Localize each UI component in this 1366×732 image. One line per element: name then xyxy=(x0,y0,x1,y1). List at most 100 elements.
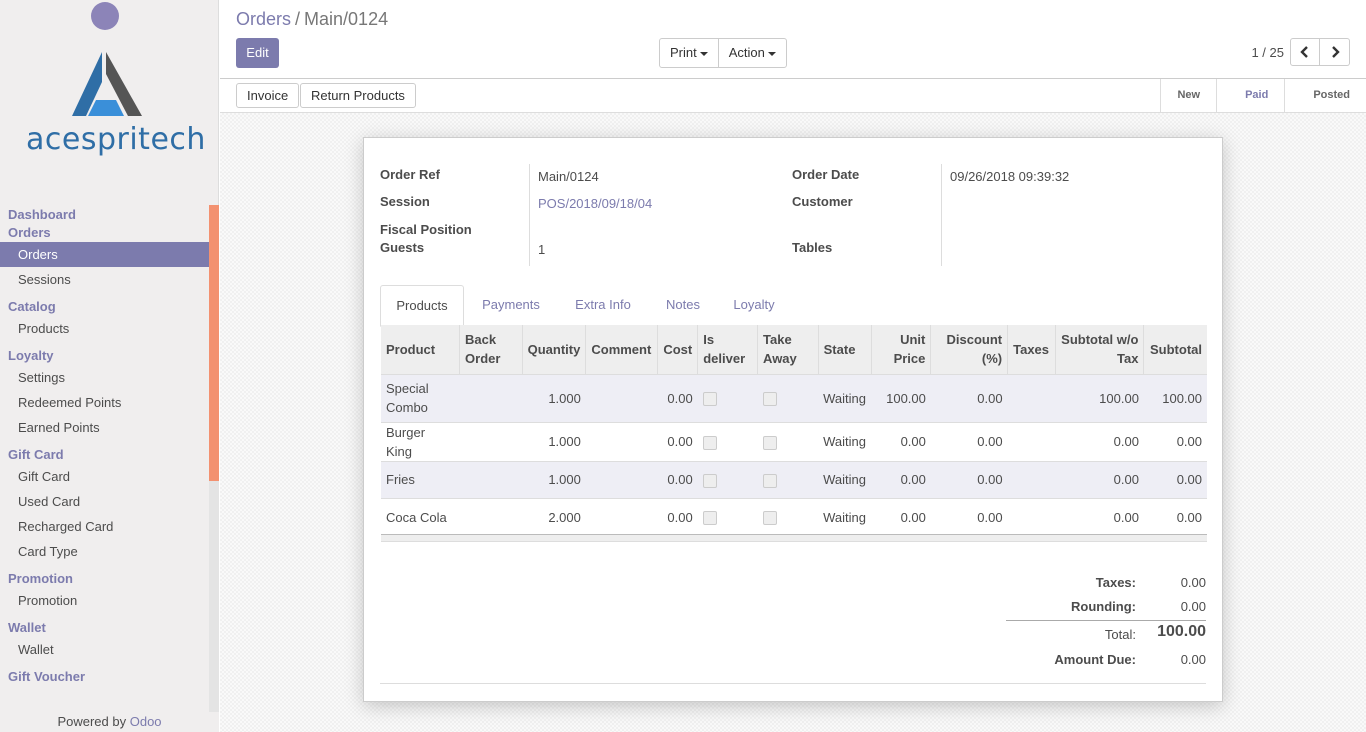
rounding-value: 0.00 xyxy=(1180,599,1206,614)
col-taxes[interactable]: Taxes xyxy=(1007,325,1056,374)
take-away-checkbox[interactable] xyxy=(762,435,777,450)
sidebar-item-redeemed-points[interactable]: Redeemed Points xyxy=(0,390,209,415)
powered-by-text: Powered by xyxy=(57,714,127,729)
order-lines-table: Product Back Order Quantity Comment Cost… xyxy=(381,325,1207,536)
cell-quantity: 1.000 xyxy=(522,373,586,422)
menu-section-wallet: Wallet xyxy=(8,620,46,635)
sidebar-item-settings[interactable]: Settings xyxy=(0,365,209,390)
action-dropdown[interactable]: Action xyxy=(717,39,786,67)
cell-cost: 0.00 xyxy=(657,373,698,422)
totals-divider xyxy=(1006,620,1206,621)
col-comment[interactable]: Comment xyxy=(585,325,658,374)
order-date-label: Order Date xyxy=(792,167,860,182)
is-deliver-checkbox[interactable] xyxy=(702,511,717,526)
guests-label: Guests xyxy=(380,240,425,255)
sidebar-item-sessions[interactable]: Sessions xyxy=(0,267,209,292)
sidebar-item-orders[interactable]: Orders xyxy=(0,242,209,267)
tables-label: Tables xyxy=(792,240,833,255)
breadcrumb-orders-link[interactable]: Orders xyxy=(236,9,291,29)
take-away-checkbox[interactable] xyxy=(762,392,777,407)
rounding-label: Rounding: xyxy=(1071,599,1136,614)
pager-next-button[interactable] xyxy=(1320,38,1350,66)
cell-subtotal: 0.00 xyxy=(1143,421,1207,461)
taxes-total-value: 0.00 xyxy=(1180,575,1206,590)
cell-taxes xyxy=(1007,373,1056,422)
pager-previous-button[interactable] xyxy=(1290,38,1320,66)
table-row[interactable]: Fries 1.000 0.00 Waiting 0.00 0.00 0.00 … xyxy=(381,460,1207,498)
cell-product: Coca Cola xyxy=(381,497,460,536)
print-dropdown[interactable]: Print xyxy=(660,39,718,67)
user-avatar[interactable] xyxy=(91,2,119,30)
sidebar-item-wallet[interactable]: Wallet xyxy=(0,637,209,662)
cell-subtotal-wo-tax: 0.00 xyxy=(1055,497,1144,536)
tab-payments[interactable]: Payments xyxy=(472,285,550,326)
control-panel: Orders / Main/0124 Edit Print Action 1 / 2… xyxy=(220,0,1366,79)
order-ref-label: Order Ref xyxy=(380,167,440,182)
action-label: Action xyxy=(728,45,765,60)
cell-state: Waiting xyxy=(818,460,872,498)
col-discount[interactable]: Discount (%) xyxy=(930,325,1008,374)
tab-products[interactable]: Products xyxy=(380,285,464,327)
tab-notes[interactable]: Notes xyxy=(656,285,710,326)
print-action-group: Print Action xyxy=(659,38,787,68)
tab-loyalty[interactable]: Loyalty xyxy=(724,285,784,326)
menu-section-promotion: Promotion xyxy=(8,571,73,586)
take-away-checkbox[interactable] xyxy=(762,473,777,488)
breadcrumb-current: Main/0124 xyxy=(304,9,389,29)
tab-extra-info[interactable]: Extra Info xyxy=(564,285,642,326)
col-state[interactable]: State xyxy=(817,325,872,374)
edit-button[interactable]: Edit xyxy=(236,38,279,68)
total-value: 100.00 xyxy=(1157,623,1206,640)
notebook-tabs: Products Payments Extra Info Notes Loyal… xyxy=(380,285,1206,327)
sidebar-item-card-type[interactable]: Card Type xyxy=(0,539,209,564)
sidebar-item-earned-points[interactable]: Earned Points xyxy=(0,415,209,440)
breadcrumb: Orders / Main/0124 xyxy=(236,9,388,30)
is-deliver-checkbox[interactable] xyxy=(702,473,717,488)
chevron-left-icon xyxy=(1300,46,1308,58)
powered-by: Powered by Odoo xyxy=(0,712,219,732)
sidebar-menu: Dashboard Orders Orders Sessions Catalog… xyxy=(0,206,209,686)
cell-is-deliver xyxy=(697,373,758,422)
odoo-link[interactable]: Odoo xyxy=(130,714,162,729)
cell-take-away xyxy=(757,373,819,422)
invoice-button[interactable]: Invoice xyxy=(236,83,300,108)
table-row[interactable]: Coca Cola 2.000 0.00 Waiting 0.00 0.00 0… xyxy=(381,497,1207,536)
session-link[interactable]: POS/2018/09/18/04 xyxy=(538,196,652,211)
cell-product: Burger King xyxy=(381,421,460,461)
cell-is-deliver xyxy=(697,497,758,536)
menu-section-dashboard[interactable]: Dashboard xyxy=(0,206,209,224)
take-away-checkbox[interactable] xyxy=(762,511,777,526)
col-is-deliver[interactable]: Is deliver xyxy=(697,325,758,374)
sidebar-item-products[interactable]: Products xyxy=(0,316,209,341)
col-subtotal-wo-tax[interactable]: Subtotal w/o Tax xyxy=(1055,325,1144,374)
table-row[interactable]: Burger King 1.000 0.00 Waiting 0.00 0.00… xyxy=(381,421,1207,461)
col-cost[interactable]: Cost xyxy=(657,325,698,374)
pager-value[interactable]: 1 / 25 xyxy=(1251,45,1284,60)
is-deliver-checkbox[interactable] xyxy=(702,392,717,407)
breadcrumb-separator: / xyxy=(295,9,301,29)
col-unit-price[interactable]: Unit Price xyxy=(870,325,931,374)
sidebar-scrollbar-thumb[interactable] xyxy=(209,205,219,481)
total-label: Total: xyxy=(1104,627,1136,642)
logo-mark-icon xyxy=(72,52,142,116)
is-deliver-checkbox[interactable] xyxy=(702,435,717,450)
sidebar-item-promotion[interactable]: Promotion xyxy=(0,588,209,613)
cell-state: Waiting xyxy=(818,497,872,536)
stage-new: New xyxy=(1160,79,1216,112)
col-take-away[interactable]: Take Away xyxy=(757,325,819,374)
amount-due-value: 0.00 xyxy=(1180,652,1206,667)
table-row[interactable]: Special Combo 1.000 0.00 Waiting 100.00 … xyxy=(381,373,1207,422)
caret-down-icon xyxy=(699,51,708,56)
col-subtotal[interactable]: Subtotal xyxy=(1143,325,1207,374)
col-quantity[interactable]: Quantity xyxy=(521,325,586,374)
guests-value: 1 xyxy=(538,242,546,257)
cell-take-away xyxy=(757,497,819,536)
sidebar-item-recharged-card[interactable]: Recharged Card xyxy=(0,514,209,539)
menu-section-gift-card: Gift Card xyxy=(8,447,64,462)
sidebar-item-gift-card[interactable]: Gift Card xyxy=(0,464,209,489)
cell-unit-price: 100.00 xyxy=(871,373,931,422)
sidebar-item-used-card[interactable]: Used Card xyxy=(0,489,209,514)
col-product[interactable]: Product xyxy=(381,325,460,374)
return-products-button[interactable]: Return Products xyxy=(300,83,416,108)
col-back-order[interactable]: Back Order xyxy=(459,325,523,374)
